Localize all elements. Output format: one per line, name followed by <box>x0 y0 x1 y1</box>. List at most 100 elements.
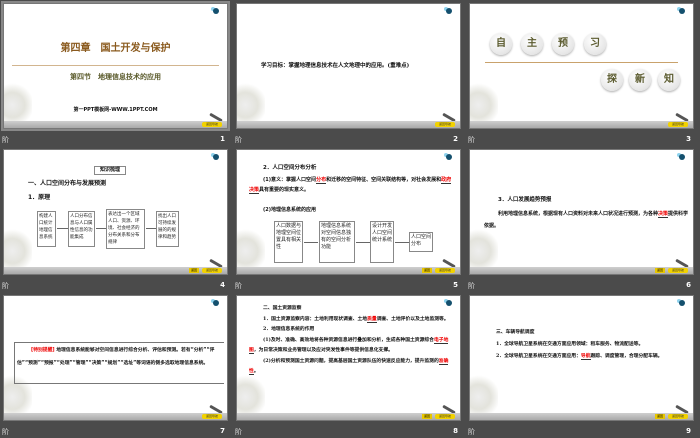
nav-badge[interactable]: 返回导航 <box>435 268 455 273</box>
slide-thumbnail-3[interactable]: 自 主 预 习 探 新 知 返回导航 阶 3 <box>466 0 699 146</box>
slide-thumbnail-2[interactable]: 学习目标：掌握地理信息技术在人文地理中的应用。(重难点) 返回导航 阶 2 <box>233 0 466 146</box>
flower-decoration <box>237 373 265 413</box>
flower-decoration <box>470 227 498 267</box>
slide-1[interactable]: 第四章 国土开发与保护 第四节 地理信息技术的应用 第一PPT模板网-WWW.1… <box>1 1 230 131</box>
circle-char: 自 <box>490 33 512 55</box>
paragraph: 2．全球导航卫星系统在交通方面应用：导航跟踪、调度管理，合理分配车辆。 <box>482 350 690 362</box>
back-button[interactable]: 返回 <box>422 268 432 273</box>
circle-char: 主 <box>521 33 543 55</box>
reminder-box: [特别提醒] 地理信息系统能够对空间信息进行综合分析、评估和预测。若有“分析”“… <box>14 342 224 384</box>
slide-label: 阶 <box>235 428 242 436</box>
paragraph: (2)分析和预测国土资源问题，提高基层国土资源队伍的快速反应能力，提升监测的准确… <box>249 356 457 377</box>
flow-arrow <box>304 242 318 243</box>
heading: 2．地理信息系统的作用 <box>263 326 315 332</box>
flower-decoration <box>4 81 32 121</box>
slide-5[interactable]: 2．人口空间分布分析 (1)意义：掌握人口空间分布和迁移的空间特征、空间关联结构… <box>236 149 461 275</box>
nav-badge[interactable]: 返回导航 <box>202 268 222 273</box>
slide-thumbnail-4[interactable]: 知识梳理 一、人口空间分布与发展预测 1．原理 构建人口统计地理信息系统 人口分… <box>0 146 233 292</box>
flow-box: 表达出一个区域人口、资源、环境、社会经济的分布关系和分布规律 <box>106 209 145 249</box>
slide-thumbnail-6[interactable]: 3．人口发展趋势预报 利用地理信息系统，根据现有人口资料对未来人口状况进行预测，… <box>466 146 699 292</box>
text: 调查、土地评价以及土地监测等。 <box>376 315 449 322</box>
logo-dot-icon <box>446 154 452 160</box>
slide-number: 1 <box>220 135 225 143</box>
slide-3[interactable]: 自 主 预 习 探 新 知 返回导航 <box>469 3 694 129</box>
circle-char: 知 <box>658 69 680 91</box>
back-button[interactable]: 返回 <box>422 414 432 419</box>
text: 。 <box>253 368 259 374</box>
slide-7[interactable]: [特别提醒] 地理信息系统能够对空间信息进行综合分析、评估和预测。若有“分析”“… <box>3 295 228 421</box>
paragraph: 1．国土资源监察内容：土地利用现状调查、土地质量调查、土地评价以及土地监测等。 <box>249 314 457 325</box>
slide-thumbnail-5[interactable]: 2．人口空间分布分析 (1)意义：掌握人口空间分布和迁移的空间特征、空间关联结构… <box>233 146 466 292</box>
slide-thumbnail-8[interactable]: 二、国土资源监察 1．国土资源监察内容：土地利用现状调查、土地质量调查、土地评价… <box>233 292 466 438</box>
flow-box: 设计开发人口空间统计系统 <box>370 221 394 263</box>
paragraph: (1)及时、准确、高效地将各种资源信息进行叠加和分析，生成各种国土资源综合电子地… <box>249 335 457 356</box>
logo-dot-icon <box>213 154 219 160</box>
flower-decoration <box>470 81 498 121</box>
content: 三、车辆导航调度 1．全球导航卫星系统在交通方面应用领域：租车服务、物流配送等。… <box>482 326 690 362</box>
logo-dot-icon <box>446 8 452 14</box>
nav-badge[interactable]: 返回导航 <box>435 414 455 419</box>
content: 二、国土资源监察 1．国土资源监察内容：土地利用现状调查、土地质量调查、土地评价… <box>249 303 457 377</box>
heading: 一、人口空间分布与发展预测 <box>28 180 107 187</box>
blank-answer: 质量 <box>367 315 377 323</box>
back-button[interactable]: 返回 <box>655 268 665 273</box>
nav-badge[interactable]: 返回导航 <box>202 122 222 127</box>
logo-dot-icon <box>679 154 685 160</box>
text: 1．国土资源监察内容：土地利用现状调查、土地 <box>263 315 368 322</box>
back-button[interactable]: 返回 <box>189 268 199 273</box>
slide-thumbnail-9[interactable]: 三、车辆导航调度 1．全球导航卫星系统在交通方面应用领域：租车服务、物流配送等。… <box>466 292 699 438</box>
logo-dot-icon <box>679 300 685 306</box>
slide-2[interactable]: 学习目标：掌握地理信息技术在人文地理中的应用。(重难点) 返回导航 <box>236 3 461 129</box>
divider <box>12 65 219 66</box>
slide-footer-band <box>470 121 693 128</box>
text: (1)及时、准确、高效地将各种资源信息进行叠加和分析，生成各种国土资源综合 <box>263 336 434 343</box>
nav-badge[interactable]: 返回导航 <box>668 122 688 127</box>
site-text: 第一PPT模板网-WWW.1PPT.COM <box>73 107 158 113</box>
subheading: 1．原理 <box>28 194 51 201</box>
flow-arrow <box>395 242 409 243</box>
nav-badge[interactable]: 返回导航 <box>668 414 688 419</box>
slide-6[interactable]: 3．人口发展趋势预报 利用地理信息系统，根据现有人口资料对未来人口状况进行预测，… <box>469 149 694 275</box>
logo-dot-icon <box>679 8 685 14</box>
slide-number: 9 <box>686 427 691 435</box>
subheading: (2)地理信息系统的应用 <box>263 207 317 213</box>
slide-footer-band <box>4 121 227 128</box>
slide-label: 阶 <box>468 282 475 290</box>
slide-label: 阶 <box>468 136 475 144</box>
section-tag: 知识梳理 <box>94 166 127 175</box>
text: 2．全球导航卫星系统在交通方面应用： <box>496 353 581 359</box>
learning-goal: 学习目标：掌握地理信息技术在人文地理中的应用。(重难点) <box>261 63 410 69</box>
text: 跟踪、调度管理，合理分配车辆。 <box>590 353 663 359</box>
nav-badge[interactable]: 返回导航 <box>668 268 688 273</box>
divider <box>485 62 678 63</box>
heading: 三、车辆导航调度 <box>496 329 535 335</box>
slide-number: 7 <box>220 427 225 435</box>
flow-arrow <box>146 228 156 229</box>
section-title: 第四节 地理信息技术的应用 <box>70 73 161 81</box>
slide-9[interactable]: 三、车辆导航调度 1．全球导航卫星系统在交通方面应用领域：租车服务、物流配送等。… <box>469 295 694 421</box>
back-button[interactable]: 返回 <box>655 414 665 419</box>
slide-8[interactable]: 二、国土资源监察 1．国土资源监察内容：土地利用现状调查、土地质量调查、土地评价… <box>236 295 461 421</box>
blank-answer: 分布 <box>316 177 327 184</box>
slide-label: 阶 <box>235 282 242 290</box>
circle-char: 探 <box>601 69 623 91</box>
flower-decoration <box>237 227 265 267</box>
flow-box: 地理信息系统对空间信息独有的空间分析功能 <box>319 221 355 263</box>
nav-badge[interactable]: 返回导航 <box>435 122 455 127</box>
circle-char: 新 <box>629 69 651 91</box>
flow-box: 构建人口统计地理信息系统 <box>37 211 56 247</box>
slide-number: 8 <box>453 427 458 435</box>
text: (2)分析和预测国土资源问题，提高基层国土资源队伍的快速反应能力，提升监测的 <box>263 357 439 364</box>
slide-4[interactable]: 知识梳理 一、人口空间分布与发展预测 1．原理 构建人口统计地理信息系统 人口分… <box>3 149 228 275</box>
slide-label: 阶 <box>468 428 475 436</box>
slide-label: 阶 <box>2 428 9 436</box>
text: ，为日常决策和业务管理以及应对突发性事件等提供信息化支撑。 <box>253 347 393 353</box>
slide-thumbnail-7[interactable]: [特别提醒] 地理信息系统能够对空间信息进行综合分析、评估和预测。若有“分析”“… <box>0 292 233 438</box>
heading: 二、国土资源监察 <box>263 305 302 311</box>
slide-number: 5 <box>453 281 458 289</box>
blank-answer: 决策 <box>658 211 669 218</box>
text: (1)意义：掌握人口空间 <box>263 177 317 183</box>
slide-thumbnail-1[interactable]: 第四章 国土开发与保护 第四节 地理信息技术的应用 第一PPT模板网-WWW.1… <box>0 0 233 146</box>
slide-label: 阶 <box>2 136 9 144</box>
nav-badge[interactable]: 返回导航 <box>202 414 222 419</box>
